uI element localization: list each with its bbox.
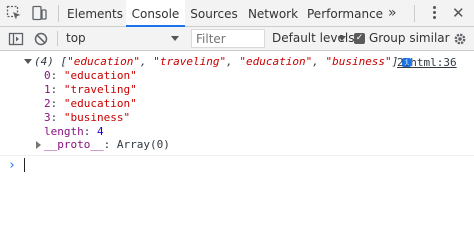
inspect-element-icon[interactable] — [6, 5, 22, 21]
console-prompt-chevron-icon: › — [8, 158, 16, 173]
collapse-triangle-icon[interactable] — [24, 59, 32, 64]
preview-item: "business" — [325, 55, 392, 68]
console-settings-gear-icon[interactable] — [452, 31, 468, 47]
context-dropdown-caret-icon[interactable] — [171, 36, 179, 41]
tab-performance[interactable]: Performance — [307, 0, 383, 26]
show-sidebar-icon[interactable] — [8, 31, 24, 47]
preview-item: "education" — [239, 55, 313, 68]
tab-sources[interactable]: Sources — [188, 0, 240, 26]
levels-dropdown-caret-icon[interactable] — [338, 36, 346, 41]
close-icon[interactable]: ✕ — [452, 4, 465, 22]
preview-item: "traveling" — [153, 55, 227, 68]
group-similar-label[interactable]: Group similar — [369, 31, 450, 45]
toolbar-divider — [414, 5, 415, 22]
source-link[interactable]: 2.html:36 — [397, 56, 457, 69]
device-toolbar-icon[interactable] — [31, 5, 47, 21]
toolbar-divider — [57, 31, 58, 46]
array-proto[interactable]: __proto__: Array(0) — [44, 138, 170, 152]
array-entry: 1: "traveling" — [44, 83, 137, 96]
array-length: length: 4 — [44, 125, 104, 138]
console-input-cursor[interactable] — [24, 158, 25, 172]
clear-console-icon[interactable] — [33, 31, 49, 47]
log-message: (4) ["education", "traveling", "educatio… — [0, 51, 474, 156]
devtools-tab-bar: Elements Console Sources Network Perform… — [0, 0, 474, 27]
expand-triangle-icon[interactable] — [36, 141, 41, 149]
array-entry: 2: "education" — [44, 97, 137, 110]
console-output: (4) ["education", "traveling", "educatio… — [0, 51, 474, 204]
tab-network[interactable]: Network — [246, 0, 300, 26]
toolbar-divider — [58, 5, 59, 22]
more-tabs-chevron-icon[interactable]: » — [388, 0, 397, 26]
more-options-kebab-icon[interactable] — [428, 4, 440, 22]
array-entry: 3: "business" — [44, 111, 131, 124]
array-entry: 0: "education" — [44, 69, 137, 82]
console-toolbar: top Default levels ✓ Group similar — [0, 27, 474, 51]
array-preview[interactable]: (4) ["education", "traveling", "educatio… — [34, 55, 412, 69]
filter-input[interactable] — [192, 30, 264, 47]
tab-elements[interactable]: Elements — [66, 0, 124, 26]
preview-item: "education" — [67, 55, 140, 68]
array-count: (4) — [34, 55, 54, 68]
tab-console[interactable]: Console — [126, 0, 185, 27]
execution-context-select[interactable]: top — [66, 31, 86, 45]
group-similar-checkbox[interactable]: ✓ — [354, 33, 365, 44]
